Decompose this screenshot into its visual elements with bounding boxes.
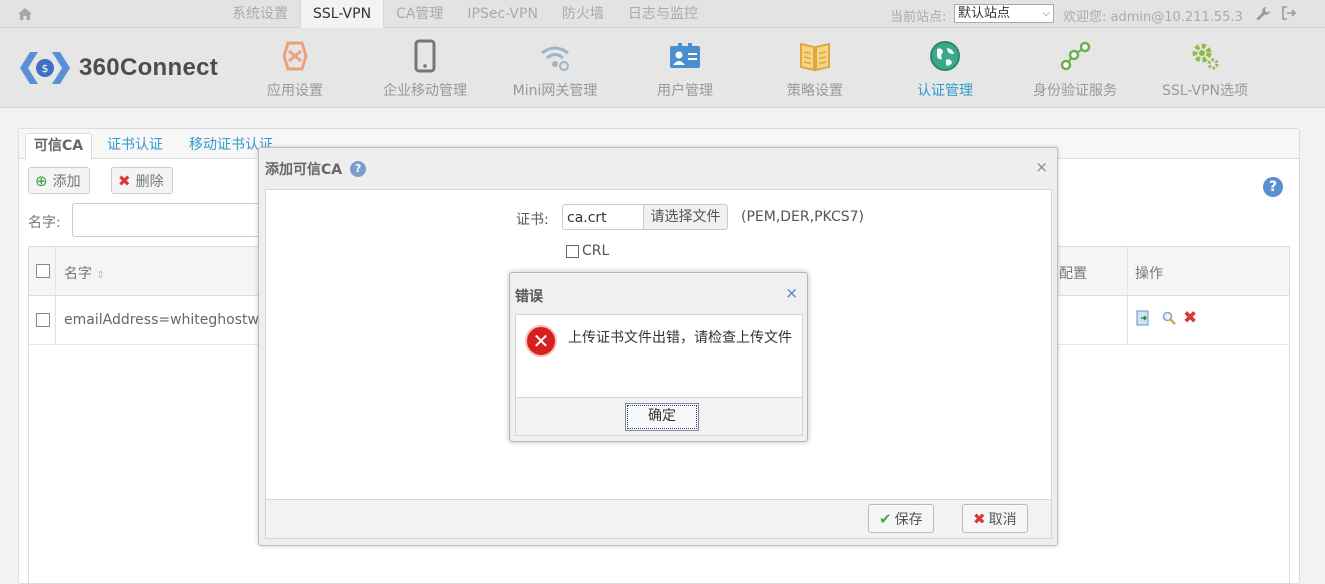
- mobile-icon: [414, 39, 436, 73]
- file-formats-hint: (PEM,DER,PKCS7): [741, 209, 864, 225]
- delete-row-icon[interactable]: ✖: [1183, 308, 1197, 328]
- alert-title: 错误: [515, 289, 543, 305]
- top-nav-ipsec-vpn[interactable]: IPSec-VPN: [455, 0, 550, 28]
- name-filter-input[interactable]: [72, 203, 272, 237]
- top-bar: 系统设置 SSL-VPN CA管理 IPSec-VPN 防火墙 日志与监控 当前…: [0, 0, 1325, 28]
- module-policy-settings[interactable]: 策略设置: [750, 38, 880, 100]
- crl-label: CRL: [582, 243, 610, 259]
- top-nav-ca-management[interactable]: CA管理: [384, 0, 455, 28]
- add-button[interactable]: ⊕ 添加: [28, 167, 90, 194]
- save-button[interactable]: ✔ 保存: [868, 504, 934, 533]
- dialog-close-icon[interactable]: ×: [1035, 158, 1048, 176]
- cert-file-input[interactable]: ca.crt 请选择文件: [562, 204, 728, 230]
- cert-label: 证书:: [516, 212, 549, 228]
- cancel-button[interactable]: ✖ 取消: [962, 504, 1028, 533]
- column-header-actions: 操作: [1135, 266, 1163, 282]
- dialog-title: 添加可信CA ?: [265, 159, 367, 179]
- current-site-label: 当前站点:: [890, 10, 947, 25]
- module-app-settings[interactable]: 应用设置: [230, 38, 360, 100]
- tab-cert-auth[interactable]: 证书认证: [99, 133, 171, 160]
- logo-icon: $: [20, 52, 70, 84]
- svg-text:$: $: [42, 62, 49, 75]
- header: $ 360Connect 应用设置 企业移动管理 Mini网关管理 用户管理 策…: [0, 28, 1325, 108]
- help-icon[interactable]: ?: [1263, 177, 1283, 197]
- add-icon: ⊕: [35, 171, 48, 190]
- error-alert: 错误 × ✕ 上传证书文件出错，请检查上传文件 确定: [509, 272, 808, 442]
- module-mini-gateway[interactable]: Mini网关管理: [490, 38, 620, 100]
- logo-text: 360Connect: [79, 54, 219, 81]
- module-ssl-vpn-options[interactable]: SSL-VPN选项: [1140, 38, 1270, 100]
- alert-body: ✕ 上传证书文件出错，请检查上传文件: [515, 314, 803, 398]
- tab-trusted-ca[interactable]: 可信CA: [25, 133, 93, 160]
- user-card-icon: [670, 43, 700, 68]
- top-nav-logs-monitoring[interactable]: 日志与监控: [616, 0, 710, 28]
- home-icon[interactable]: [16, 5, 34, 23]
- gear-icon: [1192, 43, 1219, 70]
- column-header-name[interactable]: 名字 ⇕: [64, 263, 105, 283]
- globe-icon: [930, 41, 960, 71]
- delete-button[interactable]: ✖ 删除: [111, 167, 173, 194]
- crl-checkbox[interactable]: [566, 244, 579, 258]
- app-settings-icon: [282, 41, 308, 71]
- alert-close-icon[interactable]: ×: [785, 284, 798, 302]
- cert-file-name: ca.crt: [567, 210, 607, 226]
- error-icon: ✕: [525, 325, 557, 357]
- module-user-management[interactable]: 用户管理: [620, 38, 750, 100]
- module-enterprise-mobile[interactable]: 企业移动管理: [360, 38, 490, 100]
- row-checkbox[interactable]: [36, 313, 50, 327]
- view-icon[interactable]: [1161, 310, 1177, 330]
- top-nav-system-settings[interactable]: 系统设置: [220, 0, 300, 28]
- choose-file-button[interactable]: 请选择文件: [643, 204, 728, 230]
- welcome-text: 欢迎您: admin@10.211.55.3: [1063, 10, 1243, 25]
- chevron-down-icon: ⌵: [1042, 8, 1050, 19]
- name-filter-label: 名字:: [28, 215, 61, 231]
- top-nav-ssl-vpn[interactable]: SSL-VPN: [300, 0, 385, 28]
- delete-icon: ✖: [118, 171, 131, 190]
- crl-option[interactable]: CRL: [566, 243, 609, 259]
- row-name: emailAddress=whiteghostwa: [64, 312, 268, 328]
- select-all-checkbox[interactable]: [36, 264, 50, 278]
- site-select[interactable]: 默认站点 ⌵: [954, 4, 1054, 23]
- ok-button[interactable]: 确定: [625, 403, 699, 431]
- module-auth-management[interactable]: 认证管理: [880, 38, 1010, 100]
- sort-icon: ⇕: [96, 270, 105, 281]
- dialog-help-icon[interactable]: ?: [350, 161, 367, 177]
- check-icon: ✔: [879, 509, 892, 528]
- book-icon: [800, 42, 830, 72]
- site-select-value: 默认站点: [958, 6, 1011, 21]
- logout-icon[interactable]: [1281, 5, 1297, 25]
- export-icon[interactable]: [1135, 309, 1151, 331]
- column-header-config: 配置: [1059, 266, 1087, 282]
- cancel-icon: ✖: [973, 509, 986, 528]
- alert-footer: 确定: [515, 398, 803, 436]
- dialog-footer: ✔ 保存 ✖ 取消: [265, 500, 1052, 539]
- share-nodes-icon: [1060, 41, 1091, 71]
- logo: $ 360Connect: [16, 48, 218, 88]
- error-message: 上传证书文件出错，请检查上传文件: [568, 330, 792, 346]
- wifi-icon: [541, 46, 569, 71]
- module-identity-service[interactable]: 身份验证服务: [1010, 38, 1140, 100]
- top-nav: 系统设置 SSL-VPN CA管理 IPSec-VPN 防火墙 日志与监控: [220, 0, 710, 28]
- module-nav: 应用设置 企业移动管理 Mini网关管理 用户管理 策略设置 认证管理 身份验证…: [230, 38, 1270, 100]
- top-nav-firewall[interactable]: 防火墙: [550, 0, 616, 28]
- wrench-icon[interactable]: [1255, 6, 1271, 26]
